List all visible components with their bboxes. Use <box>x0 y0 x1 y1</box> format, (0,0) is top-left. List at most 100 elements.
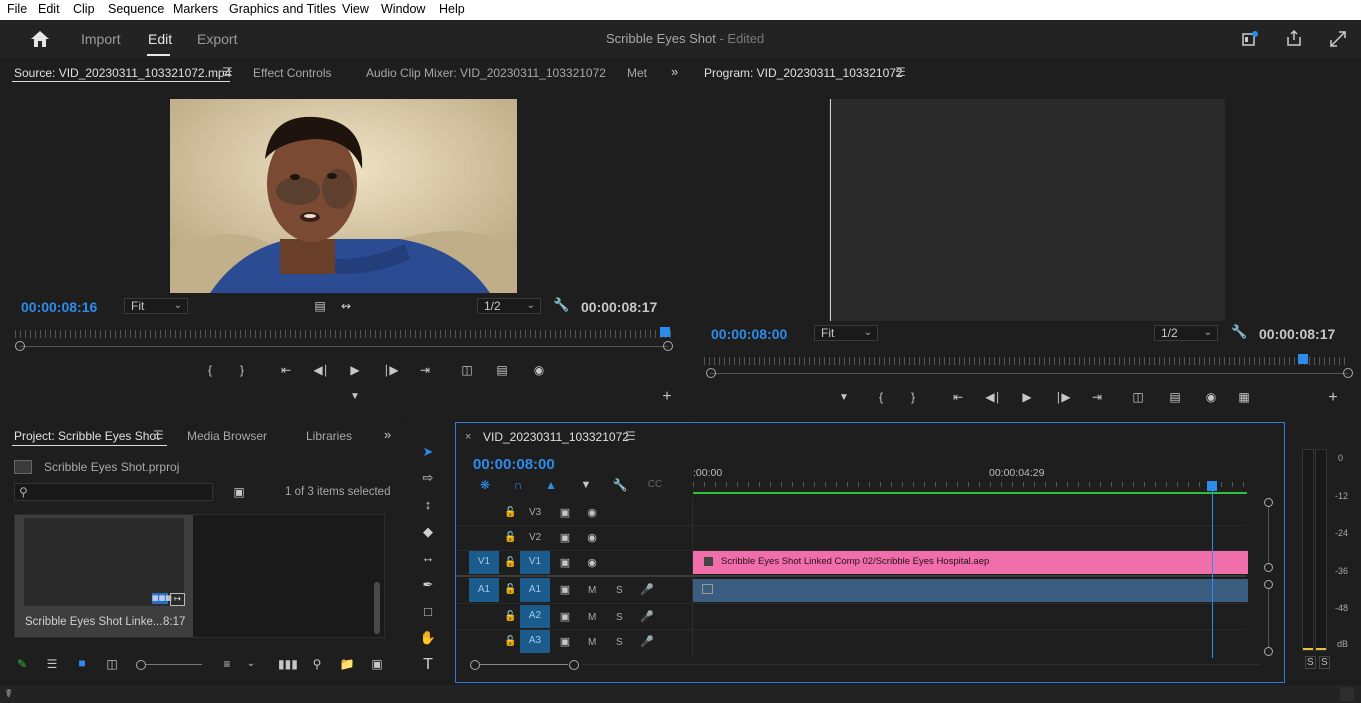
track-target-a2[interactable]: A2 <box>520 605 550 628</box>
lock-icon[interactable]: 🔓 <box>504 506 516 520</box>
solo-button[interactable]: S <box>616 585 623 596</box>
playhead-icon[interactable] <box>660 327 670 337</box>
freeform-view-icon[interactable]: ◫ <box>103 657 121 671</box>
video-clip-v1[interactable]: Scribble Eyes Shot Linked Comp 02/Scribb… <box>693 551 1248 574</box>
lock-icon[interactable]: 🔓 <box>504 583 516 597</box>
project-search-input[interactable]: ⚲ <box>14 483 213 501</box>
mute-button[interactable]: M <box>588 637 596 648</box>
share-icon[interactable] <box>1285 29 1303 47</box>
program-zoom-bar[interactable] <box>710 373 1348 374</box>
creative-cloud-icon[interactable]: ☤ <box>5 687 12 700</box>
video-scroll-handle-bottom[interactable] <box>1264 563 1273 572</box>
lock-icon[interactable]: 🔓 <box>504 556 516 570</box>
tab-audio-clip-mixer[interactable]: Audio Clip Mixer: VID_20230311_103321072 <box>366 66 606 80</box>
mute-button[interactable]: M <box>588 612 596 623</box>
eye-icon[interactable]: ◉ <box>585 556 599 570</box>
slip-tool-icon[interactable]: ↔ <box>418 548 438 568</box>
program-time-ruler[interactable] <box>704 357 1347 365</box>
tab-libraries[interactable]: Libraries <box>306 429 352 443</box>
audio-scrollbar[interactable] <box>1268 589 1269 647</box>
drop-frame-icon[interactable]: ▤ <box>313 299 327 313</box>
program-fit-dropdown[interactable]: Fit ⌄ <box>814 325 878 341</box>
tab-source[interactable]: Source: VID_20230311_103321072.mp4 <box>14 66 231 80</box>
zoom-slider-handle[interactable] <box>136 660 146 670</box>
close-icon[interactable]: × <box>465 431 471 443</box>
menu-file[interactable]: File <box>7 2 27 16</box>
new-bin-from-search-icon[interactable]: ▣ <box>231 485 247 499</box>
extract-icon[interactable]: ▤ <box>1166 390 1184 404</box>
marker-icon[interactable]: ▼ <box>837 391 851 405</box>
menu-window[interactable]: Window <box>381 2 425 16</box>
insert-icon[interactable]: ◫ <box>458 363 476 377</box>
add-button-icon[interactable]: + <box>1326 390 1340 406</box>
menu-graphics-titles[interactable]: Graphics and Titles <box>229 2 336 16</box>
mute-button[interactable]: M <box>588 585 596 596</box>
new-item-icon[interactable]: ▣ <box>369 657 385 671</box>
playhead-icon[interactable] <box>1298 354 1308 364</box>
microphone-icon[interactable]: 🎤 <box>640 583 654 597</box>
tab-media-browser[interactable]: Media Browser <box>187 429 267 443</box>
mark-in-icon[interactable]: { <box>874 390 888 404</box>
tab-sequence[interactable]: VID_20230311_103321072 <box>483 430 629 444</box>
marker-icon[interactable]: ▼ <box>348 390 362 404</box>
source-time-ruler[interactable] <box>15 330 672 338</box>
wrench-icon[interactable]: 🔧 <box>1231 325 1247 339</box>
menu-sequence[interactable]: Sequence <box>108 2 164 16</box>
tab-program[interactable]: Program: VID_20230311_103321072 <box>704 66 903 80</box>
source-fit-dropdown[interactable]: Fit ⌄ <box>124 298 188 314</box>
pencil-icon[interactable]: ✎ <box>14 657 30 671</box>
wrench-icon[interactable]: 🔧 <box>612 478 628 492</box>
zoom-handle-left[interactable] <box>706 368 716 378</box>
sync-lock-icon[interactable]: ▣ <box>558 610 572 624</box>
video-scrollbar[interactable] <box>1268 507 1269 563</box>
timeline-ruler-ticks[interactable] <box>693 482 1248 487</box>
sync-lock-icon[interactable]: ▣ <box>558 531 572 545</box>
tab-effect-controls[interactable]: Effect Controls <box>253 66 331 80</box>
zoom-handle-right[interactable] <box>663 341 673 351</box>
tab-export[interactable]: Export <box>197 31 237 47</box>
zoom-handle-right[interactable] <box>1343 368 1353 378</box>
sort-icon[interactable]: ≡ <box>219 657 235 671</box>
mark-out-icon[interactable]: } <box>906 390 920 404</box>
icon-view-icon[interactable]: ■ <box>74 656 90 670</box>
play-icon[interactable]: ▶ <box>347 363 363 377</box>
track-target-a3[interactable]: A3 <box>520 630 550 653</box>
ripple-edit-tool-icon[interactable]: ↕ <box>418 495 438 515</box>
panel-menu-icon[interactable]: ☰ <box>153 428 164 442</box>
step-forward-icon[interactable]: ∣▶ <box>383 363 399 377</box>
menu-clip[interactable]: Clip <box>73 2 95 16</box>
fullscreen-icon[interactable] <box>1329 30 1347 48</box>
tab-import[interactable]: Import <box>81 31 121 47</box>
audio-scroll-handle-top[interactable] <box>1264 580 1273 589</box>
add-button-icon[interactable]: + <box>660 389 674 405</box>
menu-help[interactable]: Help <box>439 2 465 16</box>
source-resolution-dropdown[interactable]: 1/2 ⌄ <box>477 298 541 314</box>
menu-edit[interactable]: Edit <box>38 2 60 16</box>
source-zoom-bar[interactable] <box>20 346 668 347</box>
eye-icon[interactable]: ◉ <box>585 531 599 545</box>
step-forward-icon[interactable]: ∣▶ <box>1055 390 1071 404</box>
tab-edit[interactable]: Edit <box>148 31 172 47</box>
play-icon[interactable]: ▶ <box>1019 390 1035 404</box>
microphone-icon[interactable]: 🎤 <box>640 610 654 624</box>
source-patch-a1[interactable]: A1 <box>469 578 499 602</box>
track-target-a1[interactable]: A1 <box>520 578 550 602</box>
home-icon[interactable] <box>30 29 50 49</box>
insert-overwrite-icon[interactable]: ↭ <box>338 299 354 313</box>
video-scroll-handle-top[interactable] <box>1264 498 1273 507</box>
menu-view[interactable]: View <box>342 2 369 16</box>
captions-icon[interactable]: CC <box>646 478 664 492</box>
work-area-bar[interactable] <box>693 492 1247 494</box>
automate-sequence-icon[interactable]: ▮▮▮ <box>278 657 298 671</box>
pen-tool-icon[interactable]: ✒ <box>418 575 438 595</box>
track-target-v1[interactable]: V1 <box>520 551 550 574</box>
project-scrollbar[interactable] <box>374 582 380 634</box>
program-resolution-dropdown[interactable]: 1/2 ⌄ <box>1154 325 1218 341</box>
mark-out-icon[interactable]: } <box>235 363 249 377</box>
nest-icon[interactable]: ❋ <box>477 478 493 492</box>
lock-icon[interactable]: 🔓 <box>504 531 516 545</box>
sync-lock-icon[interactable]: ▣ <box>558 583 572 597</box>
razor-tool-icon[interactable]: ◆ <box>418 522 438 542</box>
type-tool-icon[interactable]: T <box>418 655 438 675</box>
timeline-horizontal-scrollbar[interactable] <box>480 664 568 665</box>
